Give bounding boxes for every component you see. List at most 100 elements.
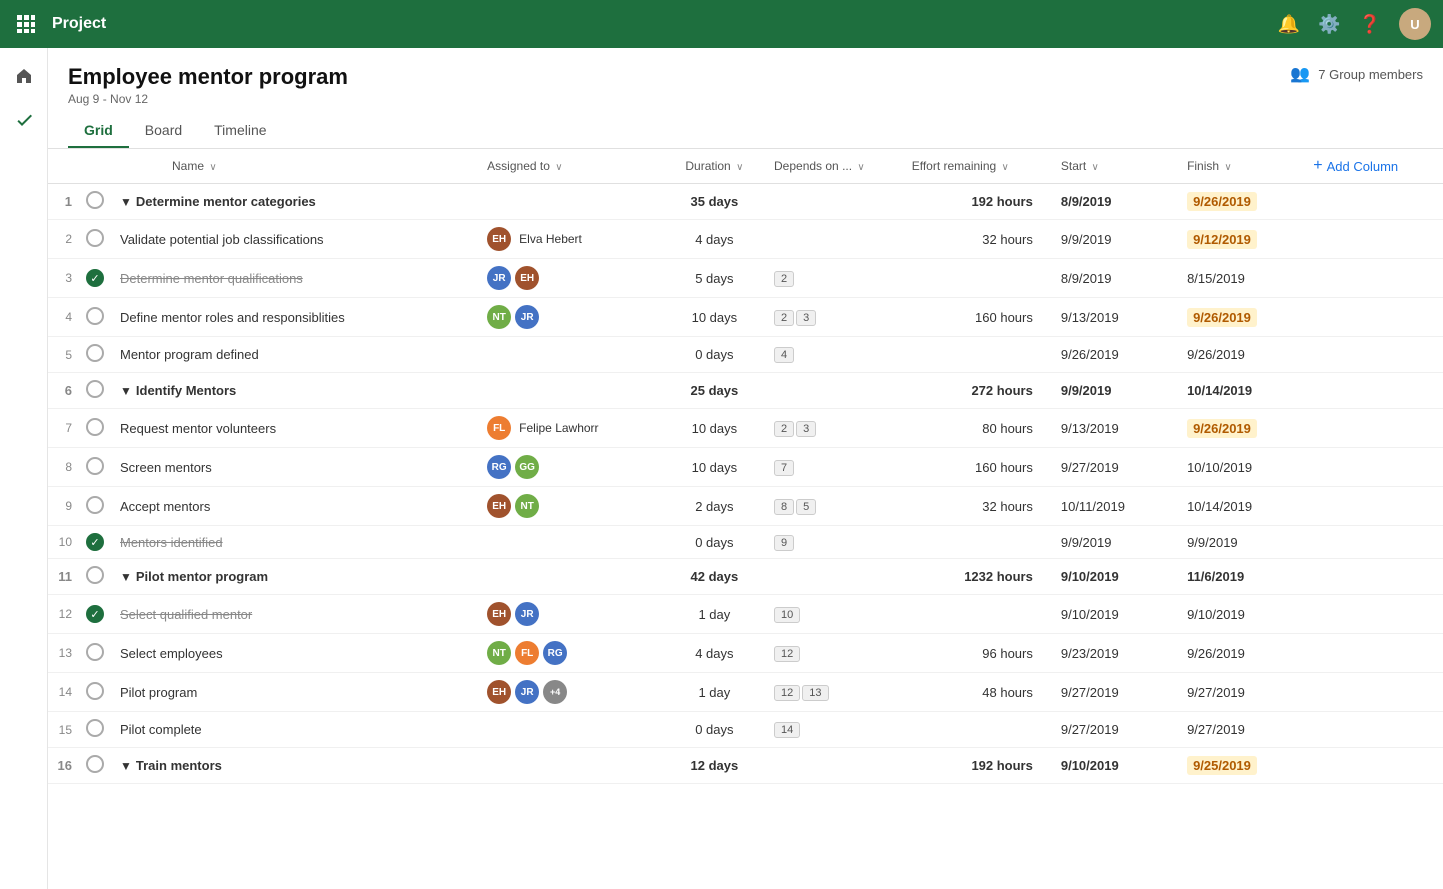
start-cell: 10/11/2019 <box>1053 487 1179 526</box>
start-cell: 9/9/2019 <box>1053 373 1179 409</box>
task-check[interactable] <box>86 307 104 325</box>
task-check[interactable] <box>86 719 104 737</box>
effort-cell: 1232 hours <box>904 559 1053 595</box>
task-check-done[interactable]: ✓ <box>86 533 104 551</box>
effort-sort-icon: ∨ <box>1002 162 1009 173</box>
task-check[interactable] <box>86 191 104 209</box>
task-check[interactable] <box>86 229 104 247</box>
row-num: 14 <box>48 673 78 712</box>
col-header-start[interactable]: Start ∨ <box>1053 149 1179 184</box>
col-header-duration[interactable]: Duration ∨ <box>663 149 766 184</box>
duration-sort-icon: ∨ <box>736 162 743 173</box>
waffle-icon[interactable] <box>12 10 40 38</box>
sidebar-tasks[interactable] <box>4 100 44 140</box>
check-cell[interactable] <box>78 712 112 748</box>
tab-grid[interactable]: Grid <box>68 114 129 148</box>
effort-cell: 272 hours <box>904 373 1053 409</box>
assigned-cell <box>479 712 663 748</box>
start-cell: 9/23/2019 <box>1053 634 1179 673</box>
check-cell[interactable] <box>78 487 112 526</box>
col-header-num <box>48 149 78 184</box>
task-check-done[interactable]: ✓ <box>86 269 104 287</box>
col-header-add[interactable]: + Add Column <box>1305 149 1443 184</box>
group-members[interactable]: 👥 7 Group members <box>1290 64 1423 84</box>
check-cell[interactable] <box>78 634 112 673</box>
task-name: Mentor program defined <box>120 347 259 362</box>
group-chevron[interactable]: ▼ <box>120 195 132 209</box>
task-check[interactable] <box>86 344 104 362</box>
group-chevron[interactable]: ▼ <box>120 570 132 584</box>
settings-icon[interactable]: ⚙️ <box>1318 14 1340 35</box>
check-cell[interactable] <box>78 559 112 595</box>
tab-board[interactable]: Board <box>129 114 198 148</box>
table-row: 5 Mentor program defined 0 days 4 9/26/2… <box>48 337 1443 373</box>
tab-timeline[interactable]: Timeline <box>198 114 282 148</box>
extra-cell <box>1305 220 1443 259</box>
depends-cell: 12 <box>766 634 904 673</box>
task-check[interactable] <box>86 755 104 773</box>
extra-cell <box>1305 298 1443 337</box>
check-cell[interactable]: ✓ <box>78 595 112 634</box>
task-check-done[interactable]: ✓ <box>86 605 104 623</box>
assigned-cell: EHJR+4 <box>479 673 663 712</box>
table-row: 15 Pilot complete 0 days 14 9/27/2019 9/… <box>48 712 1443 748</box>
start-date: 9/13/2019 <box>1061 310 1119 325</box>
effort-cell: 32 hours <box>904 487 1053 526</box>
name-cell: Pilot program <box>112 673 479 712</box>
task-check[interactable] <box>86 457 104 475</box>
task-check[interactable] <box>86 682 104 700</box>
finish-date: 9/26/2019 <box>1187 646 1245 661</box>
check-cell[interactable] <box>78 220 112 259</box>
check-cell[interactable] <box>78 337 112 373</box>
sidebar-home[interactable] <box>4 56 44 96</box>
col-header-name[interactable]: Name ∨ <box>112 149 479 184</box>
effort-cell <box>904 595 1053 634</box>
name-cell: Determine mentor qualifications <box>112 259 479 298</box>
col-header-assigned[interactable]: Assigned to ∨ <box>479 149 663 184</box>
bell-icon[interactable]: 🔔 <box>1278 14 1300 35</box>
depends-cell <box>766 184 904 220</box>
group-chevron[interactable]: ▼ <box>120 384 132 398</box>
help-icon[interactable]: ❓ <box>1359 14 1381 35</box>
check-cell[interactable] <box>78 298 112 337</box>
check-cell[interactable]: ✓ <box>78 526 112 559</box>
task-check[interactable] <box>86 566 104 584</box>
start-date: 9/13/2019 <box>1061 421 1119 436</box>
group-members-label: 7 Group members <box>1318 67 1423 82</box>
dep-badge: 10 <box>774 607 800 623</box>
table-row: 9 Accept mentors EHNT 2 days 85 32 hours… <box>48 487 1443 526</box>
task-check[interactable] <box>86 496 104 514</box>
start-cell: 8/9/2019 <box>1053 259 1179 298</box>
check-cell[interactable] <box>78 373 112 409</box>
task-name: Pilot program <box>120 685 197 700</box>
start-cell: 9/10/2019 <box>1053 748 1179 784</box>
col-header-effort[interactable]: Effort remaining ∨ <box>904 149 1053 184</box>
row-num: 10 <box>48 526 78 559</box>
col-header-finish[interactable]: Finish ∨ <box>1179 149 1305 184</box>
project-title: Employee mentor program <box>68 64 348 90</box>
depends-cell <box>766 373 904 409</box>
avatar: EH <box>487 602 511 626</box>
task-check[interactable] <box>86 380 104 398</box>
duration-cell: 25 days <box>663 373 766 409</box>
dep-badge: 13 <box>802 685 828 701</box>
col-header-depends[interactable]: Depends on ... ∨ <box>766 149 904 184</box>
assigned-cell: EHJR <box>479 595 663 634</box>
dep-badge: 3 <box>796 310 816 326</box>
check-cell[interactable] <box>78 673 112 712</box>
check-cell[interactable] <box>78 448 112 487</box>
name-cell: Define mentor roles and responsiblities <box>112 298 479 337</box>
task-check[interactable] <box>86 418 104 436</box>
top-nav: Project 🔔 ⚙️ ❓ U <box>0 0 1443 48</box>
check-cell[interactable] <box>78 409 112 448</box>
task-check[interactable] <box>86 643 104 661</box>
user-avatar[interactable]: U <box>1399 8 1431 40</box>
check-cell[interactable] <box>78 184 112 220</box>
group-chevron[interactable]: ▼ <box>120 759 132 773</box>
check-cell[interactable] <box>78 748 112 784</box>
start-cell: 9/10/2019 <box>1053 595 1179 634</box>
name-sort-icon: ∨ <box>209 162 216 173</box>
effort-cell: 32 hours <box>904 220 1053 259</box>
table-row: 8 Screen mentors RGGG 10 days 7 160 hour… <box>48 448 1443 487</box>
check-cell[interactable]: ✓ <box>78 259 112 298</box>
